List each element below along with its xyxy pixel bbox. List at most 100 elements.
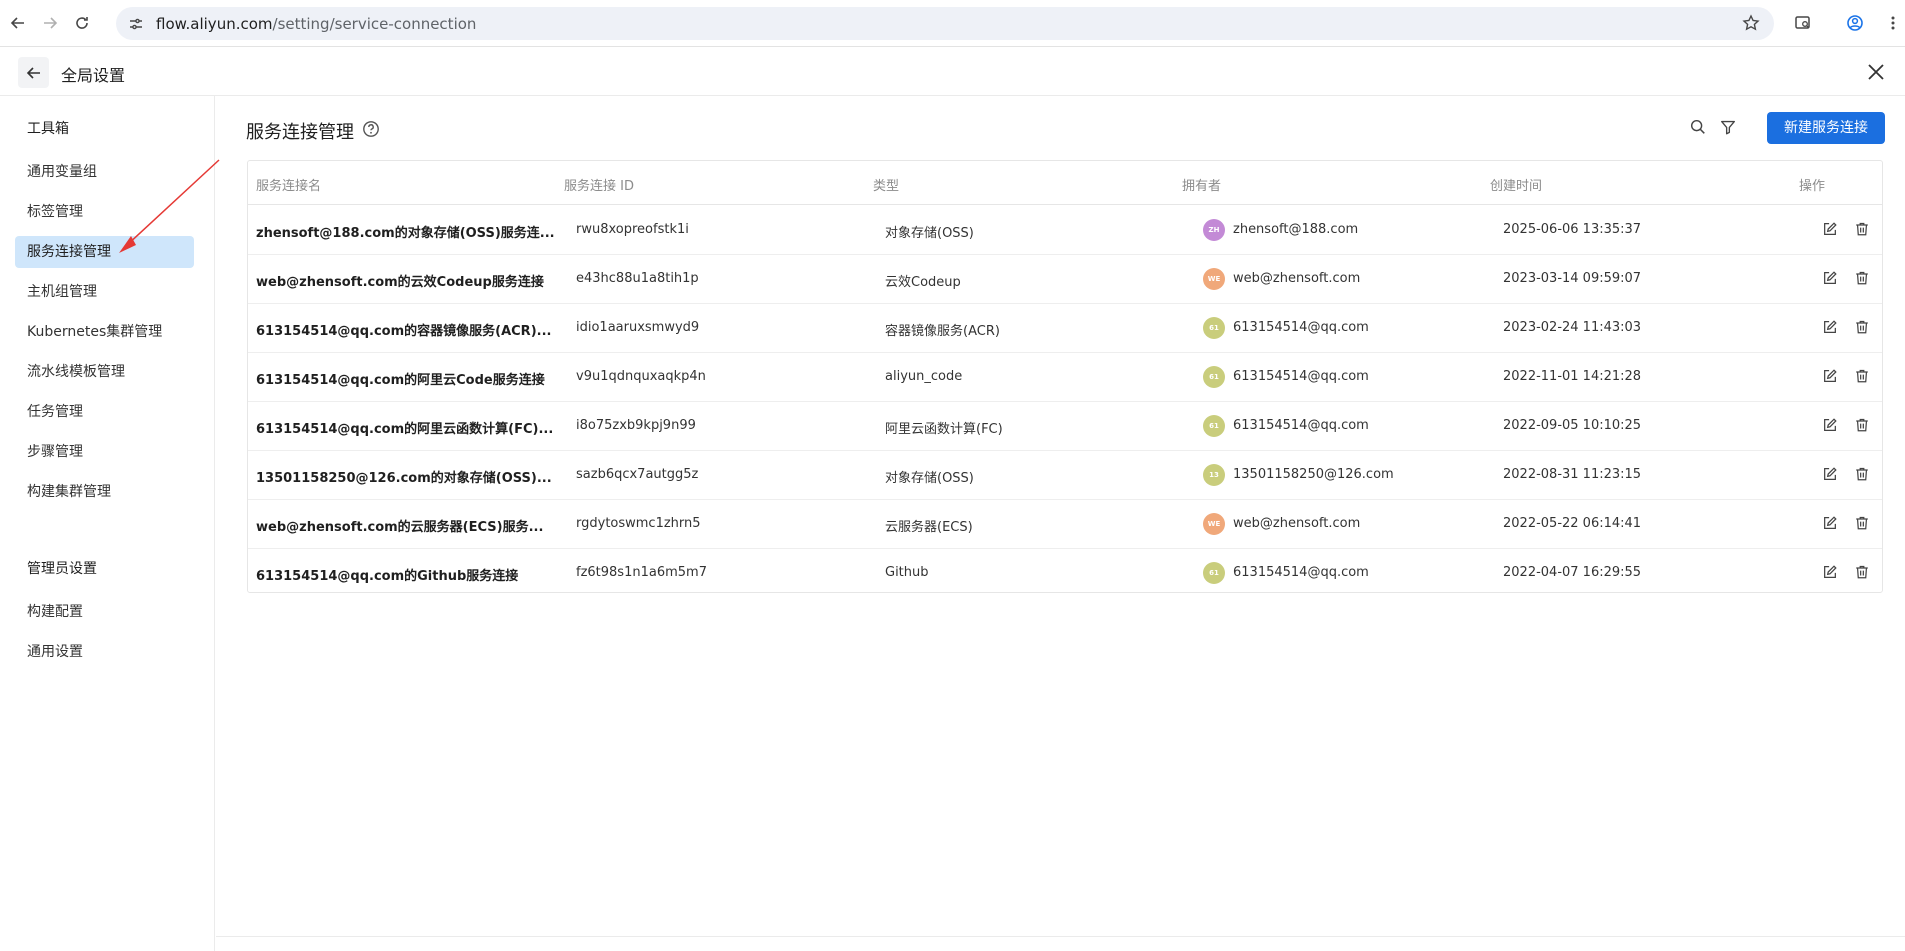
cell-owner: 13501158250@126.com: [1233, 467, 1394, 482]
cell-created: 2023-03-14 09:59:07: [1503, 271, 1642, 286]
sidebar-item-build-config[interactable]: 构建配置: [15, 596, 194, 628]
cell-id: v9u1qdnquxaqkp4n: [576, 369, 706, 384]
sidebar-item-tasks[interactable]: 任务管理: [15, 396, 194, 428]
column-header-name[interactable]: 服务连接名: [256, 175, 321, 194]
sidebar-item-tags[interactable]: 标签管理: [15, 196, 194, 228]
cell-created: 2022-11-01 14:21:28: [1503, 369, 1642, 384]
edit-icon[interactable]: [1822, 368, 1840, 386]
delete-trash-icon[interactable]: [1854, 564, 1872, 582]
cell-created: 2025-06-06 13:35:37: [1503, 222, 1642, 237]
cell-type: 对象存储(OSS): [885, 471, 974, 486]
back-arrow-icon[interactable]: [4, 9, 32, 37]
avatar: 61: [1203, 562, 1225, 584]
cell-type: 对象存储(OSS): [885, 226, 974, 241]
cell-owner: web@zhensoft.com: [1233, 271, 1361, 286]
delete-trash-icon[interactable]: [1854, 417, 1872, 435]
site-settings-icon[interactable]: [126, 14, 146, 34]
edit-icon[interactable]: [1822, 319, 1840, 337]
cell-name[interactable]: 613154514@qq.com的阿里云函数计算(FC)...: [256, 418, 553, 437]
cell-name[interactable]: web@zhensoft.com的云服务器(ECS)服务...: [256, 516, 543, 535]
edit-icon[interactable]: [1822, 515, 1840, 533]
delete-trash-icon[interactable]: [1854, 319, 1872, 337]
column-header-type[interactable]: 类型: [873, 175, 899, 194]
profile-icon[interactable]: [1842, 10, 1868, 36]
column-header-actions: 操作: [1799, 179, 1826, 194]
avatar: 61: [1203, 366, 1225, 388]
cell-owner: web@zhensoft.com: [1233, 516, 1361, 531]
column-header-owner[interactable]: 拥有者: [1182, 175, 1221, 194]
cell-name[interactable]: 13501158250@126.com的对象存储(OSS)...: [256, 467, 552, 486]
cell-name[interactable]: 613154514@qq.com的容器镜像服务(ACR)...: [256, 320, 551, 339]
cell-type: Github: [885, 565, 929, 580]
sidebar-item-pipeline-templates[interactable]: 流水线模板管理: [15, 356, 194, 388]
avatar: WE: [1203, 513, 1225, 535]
table-row[interactable]: zhensoft@188.com的对象存储(OSS)服务连... rwu8xopr…: [248, 206, 1882, 255]
sidebar-item-general-settings[interactable]: 通用设置: [15, 636, 194, 668]
sidebar-item-kubernetes[interactable]: Kubernetes集群管理: [15, 316, 194, 348]
table-header: 服务连接名 服务连接 ID 类型 拥有者 创建时间 操作: [248, 161, 1882, 205]
new-service-connection-button[interactable]: 新建服务连接: [1767, 112, 1885, 144]
sidebar-item-steps[interactable]: 步骤管理: [15, 436, 194, 468]
address-bar[interactable]: flow.aliyun.com/setting/service-connecti…: [116, 7, 1774, 40]
table-row[interactable]: 613154514@qq.com的Github服务连接 fz6t98s1n1a6m…: [248, 549, 1882, 598]
delete-trash-icon[interactable]: [1854, 270, 1872, 288]
cell-id: idio1aaruxsmwyd9: [576, 320, 700, 335]
column-header-created[interactable]: 创建时间: [1490, 175, 1542, 194]
table-row[interactable]: 613154514@qq.com的容器镜像服务(ACR)... idio1aaru…: [248, 304, 1882, 353]
app-header: 全局设置: [0, 48, 1905, 96]
cell-owner: 613154514@qq.com: [1233, 565, 1369, 580]
edit-icon[interactable]: [1822, 466, 1840, 484]
main-content: 服务连接管理 新建服务连接 服务连接名 服务连接 ID 类型 拥有者 创建时间 …: [216, 96, 1905, 951]
edit-icon[interactable]: [1822, 417, 1840, 435]
page-header-title: 全局设置: [61, 66, 126, 85]
table-row[interactable]: 613154514@qq.com的阿里云函数计算(FC)... i8o75zxb9…: [248, 402, 1882, 451]
table-row[interactable]: web@zhensoft.com的云服务器(ECS)服务... rgdytoswm…: [248, 500, 1882, 549]
bookmark-star-icon[interactable]: [1742, 14, 1760, 32]
cell-name[interactable]: zhensoft@188.com的对象存储(OSS)服务连...: [256, 222, 555, 241]
forward-arrow-icon[interactable]: [36, 9, 64, 37]
edit-icon[interactable]: [1822, 221, 1840, 239]
back-button[interactable]: [18, 57, 49, 88]
cell-id: sazb6qcx7autgg5z: [576, 467, 699, 482]
page-title: 服务连接管理: [246, 122, 354, 143]
cell-name[interactable]: web@zhensoft.com的云效Codeup服务连接: [256, 271, 544, 290]
sidebar-item-service-connections[interactable]: 服务连接管理: [15, 236, 194, 268]
edit-icon[interactable]: [1822, 270, 1840, 288]
sidebar-item-variable-groups[interactable]: 通用变量组: [15, 156, 194, 188]
filter-icon[interactable]: [1719, 118, 1739, 138]
table-row[interactable]: web@zhensoft.com的云效Codeup服务连接 e43hc88u1a8…: [248, 255, 1882, 304]
cell-created: 2022-05-22 06:14:41: [1503, 516, 1642, 531]
delete-trash-icon[interactable]: [1854, 466, 1872, 484]
table-row[interactable]: 613154514@qq.com的阿里云Code服务连接 v9u1qdnquxaq…: [248, 353, 1882, 402]
cell-type: 阿里云函数计算(FC): [885, 422, 1003, 437]
cell-type: 云服务器(ECS): [885, 520, 973, 535]
cell-created: 2022-04-07 16:29:55: [1503, 565, 1642, 580]
edit-icon[interactable]: [1822, 564, 1840, 582]
avatar: WE: [1203, 268, 1225, 290]
browser-toolbar: flow.aliyun.com/setting/service-connecti…: [0, 0, 1905, 47]
url-text: flow.aliyun.com/setting/service-connecti…: [156, 15, 476, 33]
help-circle-icon[interactable]: [362, 120, 380, 138]
delete-trash-icon[interactable]: [1854, 515, 1872, 533]
sidebar-item-build-clusters[interactable]: 构建集群管理: [15, 476, 194, 508]
sidebar-item-host-groups[interactable]: 主机组管理: [15, 276, 194, 308]
menu-kebab-icon[interactable]: [1880, 10, 1905, 36]
cell-name[interactable]: 613154514@qq.com的阿里云Code服务连接: [256, 369, 545, 388]
table-row[interactable]: 13501158250@126.com的对象存储(OSS)... sazb6qcx…: [248, 451, 1882, 500]
service-connection-table: 服务连接名 服务连接 ID 类型 拥有者 创建时间 操作 zhensoft@18…: [247, 160, 1883, 593]
cell-created: 2023-02-24 11:43:03: [1503, 320, 1642, 335]
cell-created: 2022-08-31 11:23:15: [1503, 467, 1642, 482]
close-icon[interactable]: [1865, 61, 1887, 83]
search-icon[interactable]: [1689, 118, 1709, 138]
sidebar-group-toolbox: 工具箱: [27, 121, 69, 137]
column-header-id[interactable]: 服务连接 ID: [564, 175, 634, 194]
sidebar: 工具箱 通用变量组 标签管理 服务连接管理 主机组管理 Kubernetes集群…: [0, 96, 215, 951]
avatar: ZH: [1203, 219, 1225, 241]
cell-name[interactable]: 613154514@qq.com的Github服务连接: [256, 565, 518, 584]
reload-icon[interactable]: [68, 9, 96, 37]
delete-trash-icon[interactable]: [1854, 368, 1872, 386]
cell-owner: 613154514@qq.com: [1233, 369, 1369, 384]
tab-search-icon[interactable]: [1790, 10, 1816, 36]
cell-type: aliyun_code: [885, 369, 963, 384]
delete-trash-icon[interactable]: [1854, 221, 1872, 239]
